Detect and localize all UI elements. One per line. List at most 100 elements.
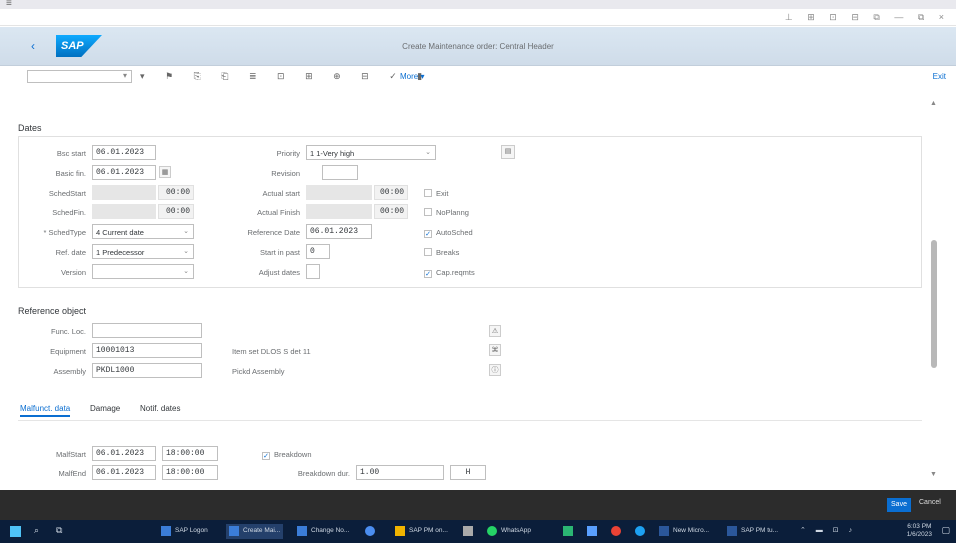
command-field[interactable]: ▾ bbox=[27, 70, 132, 83]
window-control-icons[interactable]: ⊥ ⊞ ⊡ ⊟ ⧉ — ⧉ × bbox=[785, 12, 950, 23]
unit-button[interactable]: H bbox=[450, 465, 486, 480]
taskbar-item[interactable]: Create Mai... bbox=[226, 524, 284, 539]
warning-icon[interactable]: ⚠ bbox=[489, 325, 501, 337]
taskbar-item[interactable] bbox=[584, 524, 601, 539]
checkbox-box[interactable] bbox=[424, 208, 432, 216]
no-planning-checkbox[interactable]: NoPlanng bbox=[424, 208, 469, 217]
taskbar-item[interactable]: SAP PM tu... bbox=[724, 524, 781, 539]
info-icon[interactable]: ⓘ bbox=[489, 364, 501, 376]
structure-icon[interactable]: ⌘ bbox=[489, 344, 501, 356]
tab-divider bbox=[18, 420, 922, 421]
checkbox-box[interactable] bbox=[424, 248, 432, 256]
sched-type-select[interactable]: 4 Current date ⌄ bbox=[92, 224, 194, 239]
scroll-down-icon[interactable]: ▼ bbox=[930, 471, 937, 478]
taskbar-item[interactable]: SAP Logon bbox=[158, 524, 211, 539]
malf-start-time[interactable]: 18:00:00 bbox=[162, 446, 218, 461]
save-button[interactable]: Save bbox=[887, 498, 911, 512]
taskbar-item-label: Change No... bbox=[311, 527, 350, 534]
chevron-down-icon[interactable]: ▾ bbox=[123, 71, 127, 80]
bsc-start-label: Bsc start bbox=[56, 149, 86, 158]
checkbox-box[interactable] bbox=[424, 189, 432, 197]
menu-icon[interactable]: ≡ bbox=[6, 0, 12, 9]
toolbar: ▾ ▾ ⚑ ⎘ ⎗ ≣ ⊡ ⊞ ⊕ ⊟ ✓ ▮ More ▾ Exit bbox=[0, 67, 956, 87]
taskbar-item[interactable]: New Micro... bbox=[656, 524, 712, 539]
checkbox-box[interactable]: ✓ bbox=[424, 230, 432, 238]
start-in-past-field[interactable]: 0 bbox=[306, 244, 330, 259]
automatic-checkbox[interactable]: ✓ AutoSched bbox=[424, 228, 473, 238]
task-view-icon[interactable]: ⧉ bbox=[56, 525, 62, 536]
taskbar-item[interactable] bbox=[632, 524, 649, 539]
notification-icon[interactable]: ▢ bbox=[941, 525, 950, 536]
windows-start-icon[interactable] bbox=[10, 526, 21, 537]
taskbar-item[interactable]: WhatsApp bbox=[484, 524, 534, 539]
breaks-checkbox[interactable]: Breaks bbox=[424, 248, 459, 257]
exit-checkbox[interactable]: Exit bbox=[424, 189, 449, 198]
reference-date-field[interactable]: 06.01.2023 bbox=[306, 224, 372, 239]
sched-type-label: * SchedType bbox=[43, 228, 86, 237]
bsc-start-field[interactable]: 06.01.2023 bbox=[92, 145, 156, 160]
shell-bar: ‹ SAP Create Maintenance order: Central … bbox=[0, 27, 956, 66]
vertical-scrollbar[interactable]: ▲ ▼ bbox=[930, 100, 938, 478]
ref-date-select[interactable]: 1 Predecessor ⌄ bbox=[92, 244, 194, 259]
system-tray-icons[interactable]: ⌃ ▬ ⊡ ♪ bbox=[800, 526, 856, 534]
actual-start-date bbox=[306, 185, 372, 200]
cap-reqmts-checkbox[interactable]: ✓ Cap.reqmts bbox=[424, 268, 475, 278]
malf-start-date[interactable]: 06.01.2023 bbox=[92, 446, 156, 461]
tab-notif-dates[interactable]: Notif. dates bbox=[140, 404, 180, 413]
breakdown-checkbox[interactable]: ✓ Breakdown bbox=[262, 450, 312, 460]
basic-fin-label: Basic fin. bbox=[55, 169, 86, 178]
breakdown-checkbox-label: Breakdown bbox=[274, 450, 312, 459]
malf-end-time[interactable]: 18:00:00 bbox=[162, 465, 218, 480]
taskbar-item[interactable] bbox=[560, 524, 577, 539]
assembly-label: Assembly bbox=[53, 367, 86, 376]
toolbar-icons[interactable]: ▾ ⚑ ⎘ ⎗ ≣ ⊡ ⊞ ⊕ ⊟ ✓ ▮ bbox=[140, 71, 431, 82]
equipment-field[interactable]: 10001013 bbox=[92, 343, 202, 358]
ref-date-label: Ref. date bbox=[55, 248, 86, 257]
search-icon[interactable]: ⌕ bbox=[34, 525, 39, 536]
sched-start-time: 00:00 bbox=[158, 185, 194, 200]
taskbar-item[interactable]: SAP PM on... bbox=[392, 524, 451, 539]
checkbox-box[interactable]: ✓ bbox=[424, 270, 432, 278]
app-icon bbox=[365, 526, 375, 536]
exit-button[interactable]: Exit bbox=[933, 72, 946, 81]
chevron-down-icon: ⌄ bbox=[183, 248, 189, 255]
breakdown-duration-field[interactable]: 1.00 bbox=[356, 465, 444, 480]
taskbar-item[interactable] bbox=[362, 524, 379, 539]
version-select[interactable]: ⌄ bbox=[92, 264, 194, 279]
cap-reqmts-checkbox-label: Cap.reqmts bbox=[436, 268, 475, 277]
more-menu-button[interactable]: More ▾ bbox=[400, 72, 424, 81]
sched-start-date bbox=[92, 185, 156, 200]
adjust-dates-field[interactable] bbox=[306, 264, 320, 279]
sched-fin-label: SchedFin. bbox=[52, 208, 86, 217]
sched-start-label: SchedStart bbox=[48, 189, 86, 198]
scroll-thumb[interactable] bbox=[931, 240, 937, 368]
info-icon[interactable]: ▤ bbox=[501, 145, 515, 159]
chevron-down-icon: ⌄ bbox=[183, 228, 189, 235]
taskbar-item[interactable] bbox=[608, 524, 625, 539]
checkbox-box[interactable]: ✓ bbox=[262, 452, 270, 460]
tab-damage[interactable]: Damage bbox=[90, 404, 120, 413]
os-taskbar: ⌕ ⧉ SAP Logon Create Mai... Change No...… bbox=[0, 520, 956, 543]
app-icon bbox=[297, 526, 307, 536]
no-planning-checkbox-label: NoPlanng bbox=[436, 208, 469, 217]
system-clock[interactable]: 6:03 PM 1/6/2023 bbox=[907, 523, 932, 539]
malf-start-label: MalfStart bbox=[55, 450, 86, 459]
cancel-button[interactable]: Cancel bbox=[919, 499, 941, 506]
scroll-up-icon[interactable]: ▲ bbox=[930, 100, 937, 107]
taskbar-item[interactable] bbox=[460, 524, 477, 539]
ref-date-value: 1 Predecessor bbox=[96, 248, 145, 257]
exit-checkbox-label: Exit bbox=[436, 189, 449, 198]
app-icon bbox=[395, 526, 405, 536]
sched-fin-date bbox=[92, 204, 156, 219]
calendar-icon[interactable]: ▦ bbox=[159, 166, 171, 178]
taskbar-item[interactable]: Change No... bbox=[294, 524, 352, 539]
assembly-field[interactable]: PKDL1000 bbox=[92, 363, 202, 378]
malf-end-date[interactable]: 06.01.2023 bbox=[92, 465, 156, 480]
func-loc-field[interactable] bbox=[92, 323, 202, 338]
app-icon bbox=[563, 526, 573, 536]
priority-select[interactable]: 1 1-Very high ⌄ bbox=[306, 145, 436, 160]
basic-fin-field[interactable]: 06.01.2023 bbox=[92, 165, 156, 180]
revision-field[interactable] bbox=[322, 165, 358, 180]
tab-malfunction-data[interactable]: Malfunct. data bbox=[20, 404, 71, 417]
automatic-checkbox-label: AutoSched bbox=[436, 228, 473, 237]
